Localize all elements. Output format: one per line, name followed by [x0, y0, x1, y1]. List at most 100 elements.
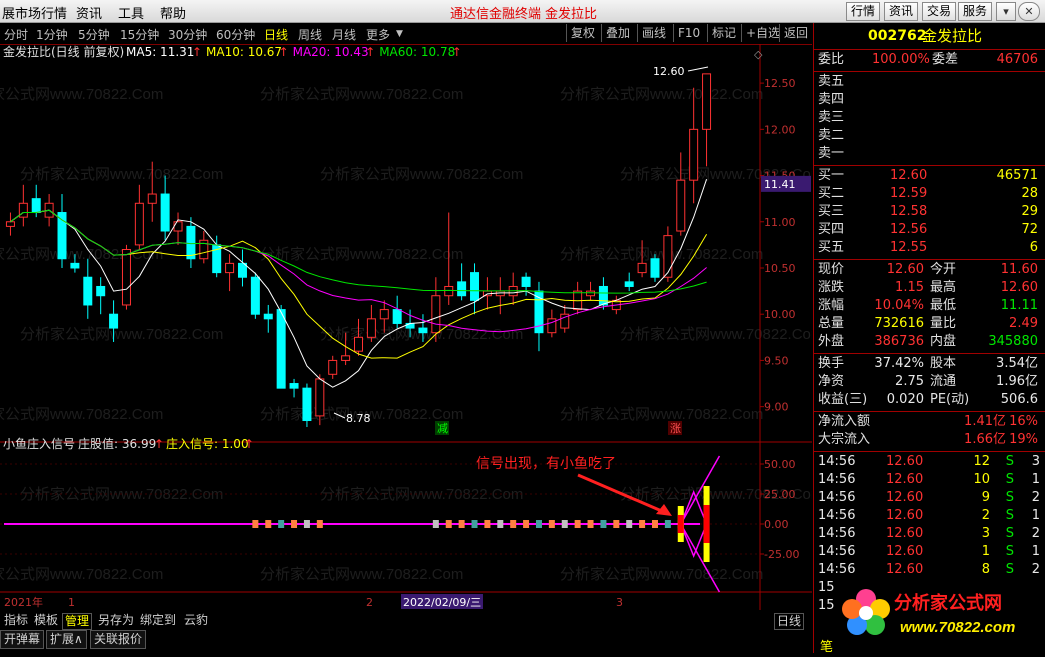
stat-label: 涨跌 [818, 280, 845, 295]
weicha-value: 46706 [996, 52, 1038, 67]
signal-block [600, 520, 607, 528]
tick-side: S [1005, 562, 1014, 577]
btn-market[interactable]: 行情 [846, 2, 881, 21]
menu-market[interactable]: 展市场行情 [2, 3, 67, 22]
tab-bindto[interactable]: 绑定到 [138, 613, 178, 628]
btn-trade[interactable]: 交易 [922, 2, 957, 21]
btn-expand[interactable]: 扩展∧ [46, 630, 87, 649]
stat-label: 内盘 [930, 334, 957, 349]
candle-body [109, 313, 119, 329]
tick-volume: 1 [981, 544, 990, 559]
candle-body [366, 318, 376, 338]
stat-label: 外盘 [818, 334, 845, 349]
tab-saveas[interactable]: 另存为 [96, 613, 136, 628]
period-label[interactable]: 日线 [774, 613, 805, 630]
tick-count: 2 [1031, 526, 1040, 541]
stat-value: 3.54亿 [996, 356, 1038, 371]
candle-body [637, 262, 647, 274]
candle-body [689, 128, 699, 181]
period-tab[interactable]: 1分钟 [36, 26, 68, 43]
y-tick-label: 12.50 [764, 77, 796, 90]
indicator-value-2: 庄入信号: 1.00 [166, 436, 249, 451]
stat-label: 涨幅 [818, 298, 845, 313]
btn-f10[interactable]: F10 [673, 24, 704, 42]
indicator-name: 小鱼庄入信号 [3, 436, 75, 451]
tick-price: 12.60 [886, 454, 924, 469]
sell-label: 卖二 [818, 128, 845, 143]
buy-label: 买四 [818, 222, 845, 237]
sell-label: 卖一 [818, 146, 845, 161]
btn-mark[interactable]: 标记 [707, 24, 740, 42]
tab-indicator[interactable]: 指标 [2, 613, 30, 628]
stat-value: 2.75 [895, 374, 924, 389]
btn-service[interactable]: 服务 [958, 2, 993, 21]
candle-body [315, 378, 325, 417]
buy-row: 买一 12.60 46571 [814, 167, 1045, 185]
high-pointer [687, 66, 709, 72]
tick-side: S [1005, 526, 1014, 541]
tab-template[interactable]: 模板 [32, 613, 60, 628]
signal-block [535, 520, 542, 528]
stat-value: 12.60 [1000, 280, 1038, 295]
y-tick-label: 9.00 [764, 401, 789, 414]
tick-side: S [1005, 454, 1014, 469]
candle-body [225, 262, 235, 274]
stat-value: 0.020 [886, 392, 924, 407]
signal-block [510, 520, 517, 528]
btn-back[interactable]: 返回 [779, 24, 812, 42]
tick-count: 2 [1031, 490, 1040, 505]
btn-related-quote[interactable]: 关联报价 [90, 630, 147, 649]
period-tab[interactable]: 30分钟 [168, 26, 207, 43]
tick-price: 12.60 [886, 508, 924, 523]
annotation-text: 信号出现，有小鱼吃了 [476, 455, 616, 472]
arrow-up-icon: ↑ [279, 45, 289, 59]
stat-row: 涨幅 10.04% 最低 11.11 [814, 297, 1045, 315]
period-tab-active[interactable]: 日线 [264, 26, 288, 43]
candle-body [457, 281, 467, 297]
close-icon[interactable]: ✕ [1018, 2, 1040, 21]
btn-danmu[interactable]: 开弹幕 [0, 630, 45, 649]
stat-row: 总量 732616 量比 2.49 [814, 315, 1045, 333]
dropdown-icon[interactable]: ▾ [996, 2, 1016, 21]
buy-volume: 6 [1029, 240, 1038, 255]
tick-row: 14:56 12.60 3 S 2 [814, 525, 1045, 543]
menu-help[interactable]: 帮助 [160, 3, 186, 22]
tab-manage[interactable]: 管理 [62, 613, 93, 630]
candle-body [341, 355, 351, 361]
kline-chart[interactable]: 分析家公式网www.70822.Com 分析家公式网www.70822.Com 分析… [0, 44, 812, 610]
y-tick-label: 10.00 [764, 308, 796, 321]
low-price-label: 8.78 [346, 412, 371, 425]
btn-news[interactable]: 资讯 [884, 2, 919, 21]
period-tab-more[interactable]: 更多 [366, 26, 390, 43]
btn-draw[interactable]: 画线 [637, 24, 670, 42]
candle-body [70, 262, 80, 269]
watermark: 分析家公式网www.70822.Com [20, 326, 223, 343]
quote-panel: 002762 金发拉比 委比 100.00% 委差 46706 卖五 卖四 卖三 卖二 卖一 买一… [813, 23, 1045, 655]
buy-price: 12.60 [890, 168, 928, 183]
period-tab[interactable]: 15分钟 [120, 26, 159, 43]
watermark: 分析家公式网www.70822.Com [20, 166, 223, 183]
x-axis-label: 2022/02/09/三 [403, 596, 481, 609]
candle-body [96, 285, 106, 297]
signal-block [626, 520, 633, 528]
period-tab[interactable]: 60分钟 [216, 26, 255, 43]
btn-fuquan[interactable]: 复权 [566, 24, 599, 42]
tab-yunbao[interactable]: 云豹 [182, 613, 210, 628]
signal-block [484, 520, 491, 528]
btn-add-watch[interactable]: +自选 [741, 24, 784, 42]
btn-overlay[interactable]: 叠加 [601, 24, 634, 42]
menu-news[interactable]: 资讯 [76, 3, 102, 22]
ma-legend: MA5: 11.31 [126, 45, 194, 59]
buy-row: 买五 12.55 6 [814, 239, 1045, 257]
watermark: 分析家公式网www.70822.Com [560, 566, 763, 583]
chevron-down-icon[interactable]: ▼ [396, 29, 403, 39]
buy-volume: 72 [1021, 222, 1038, 237]
menu-tools[interactable]: 工具 [118, 3, 144, 22]
period-tab[interactable]: 分时 [4, 26, 28, 43]
period-tab[interactable]: 5分钟 [78, 26, 110, 43]
period-tab[interactable]: 周线 [298, 26, 322, 43]
stock-name: 金发拉比 [922, 27, 983, 45]
signal-block [265, 520, 272, 528]
sell-label: 卖三 [818, 110, 845, 125]
period-tab[interactable]: 月线 [332, 26, 356, 43]
